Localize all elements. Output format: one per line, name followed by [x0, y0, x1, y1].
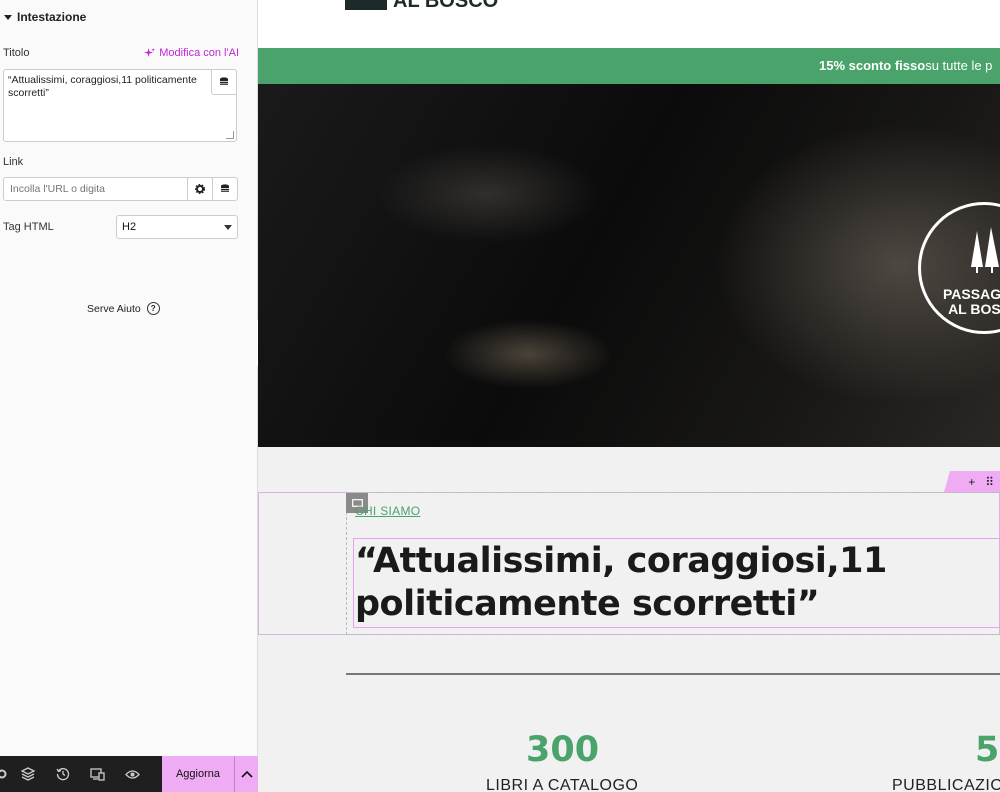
badge-line2: AL BOSCO [948, 301, 1000, 317]
stat-number-1: 300 [526, 730, 600, 770]
add-icon[interactable]: + [968, 475, 975, 489]
question-icon: ? [146, 302, 160, 315]
settings-icon [0, 769, 7, 779]
navigator-button[interactable] [10, 756, 45, 792]
link-label: Link [3, 156, 24, 168]
tag-html-select[interactable]: H2 [116, 215, 238, 239]
title-textarea[interactable]: “Attualissimi, coraggiosi,11 politicamen… [3, 69, 237, 142]
badge-text: PASSAGGIO AL BOSCO [943, 287, 1000, 317]
promo-rest: su tutte le p [925, 58, 993, 73]
section-header-intestazione[interactable]: Intestazione [4, 10, 86, 24]
dynamic-tags-button[interactable] [211, 69, 237, 95]
brand-badge: PASSAGGIO AL BOSCO [918, 202, 1000, 334]
title-textarea-value: “Attualissimi, coraggiosi,11 politicamen… [8, 74, 197, 99]
responsive-button[interactable] [80, 756, 115, 792]
editor-panel: Intestazione Titolo Modifica con l'AI “A… [0, 0, 258, 792]
divider [346, 673, 1000, 675]
promo-bold: 15% sconto fisso [819, 58, 926, 73]
kicker-link[interactable]: CHI SIAMO [355, 504, 420, 518]
logo-mark [345, 0, 387, 10]
tag-html-value: H2 [122, 221, 137, 233]
promo-bar: 15% sconto fisso su tutte le p [258, 48, 1000, 84]
link-field [3, 177, 238, 201]
hero-image: PASSAGGIO AL BOSCO [258, 84, 1000, 447]
devices-icon [90, 767, 105, 781]
chevron-down-icon [224, 224, 232, 230]
link-dynamic-button[interactable] [212, 178, 237, 200]
help-label: Serve Aiuto [87, 302, 141, 315]
database-icon [221, 184, 229, 192]
ai-edit-label: Modifica con l'AI [159, 47, 239, 59]
eye-icon [125, 769, 140, 779]
update-button[interactable]: Aggiorna [162, 756, 234, 792]
drag-handle-icon[interactable]: ⠿ [985, 475, 994, 489]
stat-number-2: 5 [975, 730, 1000, 770]
stat-label-1: LIBRI A CATALOGO [486, 777, 639, 792]
update-options-button[interactable] [234, 756, 258, 792]
preview-button[interactable] [115, 756, 150, 792]
ai-edit-link[interactable]: Modifica con l'AI [144, 47, 239, 59]
gear-icon [195, 184, 205, 194]
help-link[interactable]: Serve Aiuto ? [87, 302, 160, 315]
page-preview: AL BOSCO 15% sconto fisso su tutte le p … [258, 0, 1000, 792]
tag-html-label: Tag HTML [3, 221, 54, 233]
section-toolbar[interactable]: + ⠿ [944, 471, 1000, 492]
settings-button[interactable] [0, 756, 10, 792]
database-icon [220, 77, 228, 85]
history-button[interactable] [45, 756, 80, 792]
promo-text: 15% sconto fisso su tutte le p [819, 58, 992, 73]
stat-label-2: PUBBLICAZIONI [892, 777, 1000, 792]
logo-text: AL BOSCO [393, 0, 499, 12]
bottom-toolbar: Aggiorna [0, 756, 258, 792]
chevron-up-icon [240, 770, 253, 778]
site-header: AL BOSCO [258, 0, 1000, 48]
link-options-button[interactable] [187, 178, 212, 200]
title-label: Titolo [3, 47, 30, 59]
link-input[interactable] [4, 178, 187, 200]
sparkle-icon [144, 47, 156, 57]
layers-icon [20, 767, 35, 781]
history-icon [55, 768, 69, 781]
headline-text[interactable]: “Attualissimi, coraggiosi,11 politicamen… [355, 540, 995, 626]
trees-icon [971, 227, 999, 273]
caret-down-icon [4, 14, 12, 20]
resize-grip-icon[interactable] [226, 131, 234, 139]
badge-line1: PASSAGGIO [943, 286, 1000, 302]
section-title: Intestazione [17, 10, 87, 24]
